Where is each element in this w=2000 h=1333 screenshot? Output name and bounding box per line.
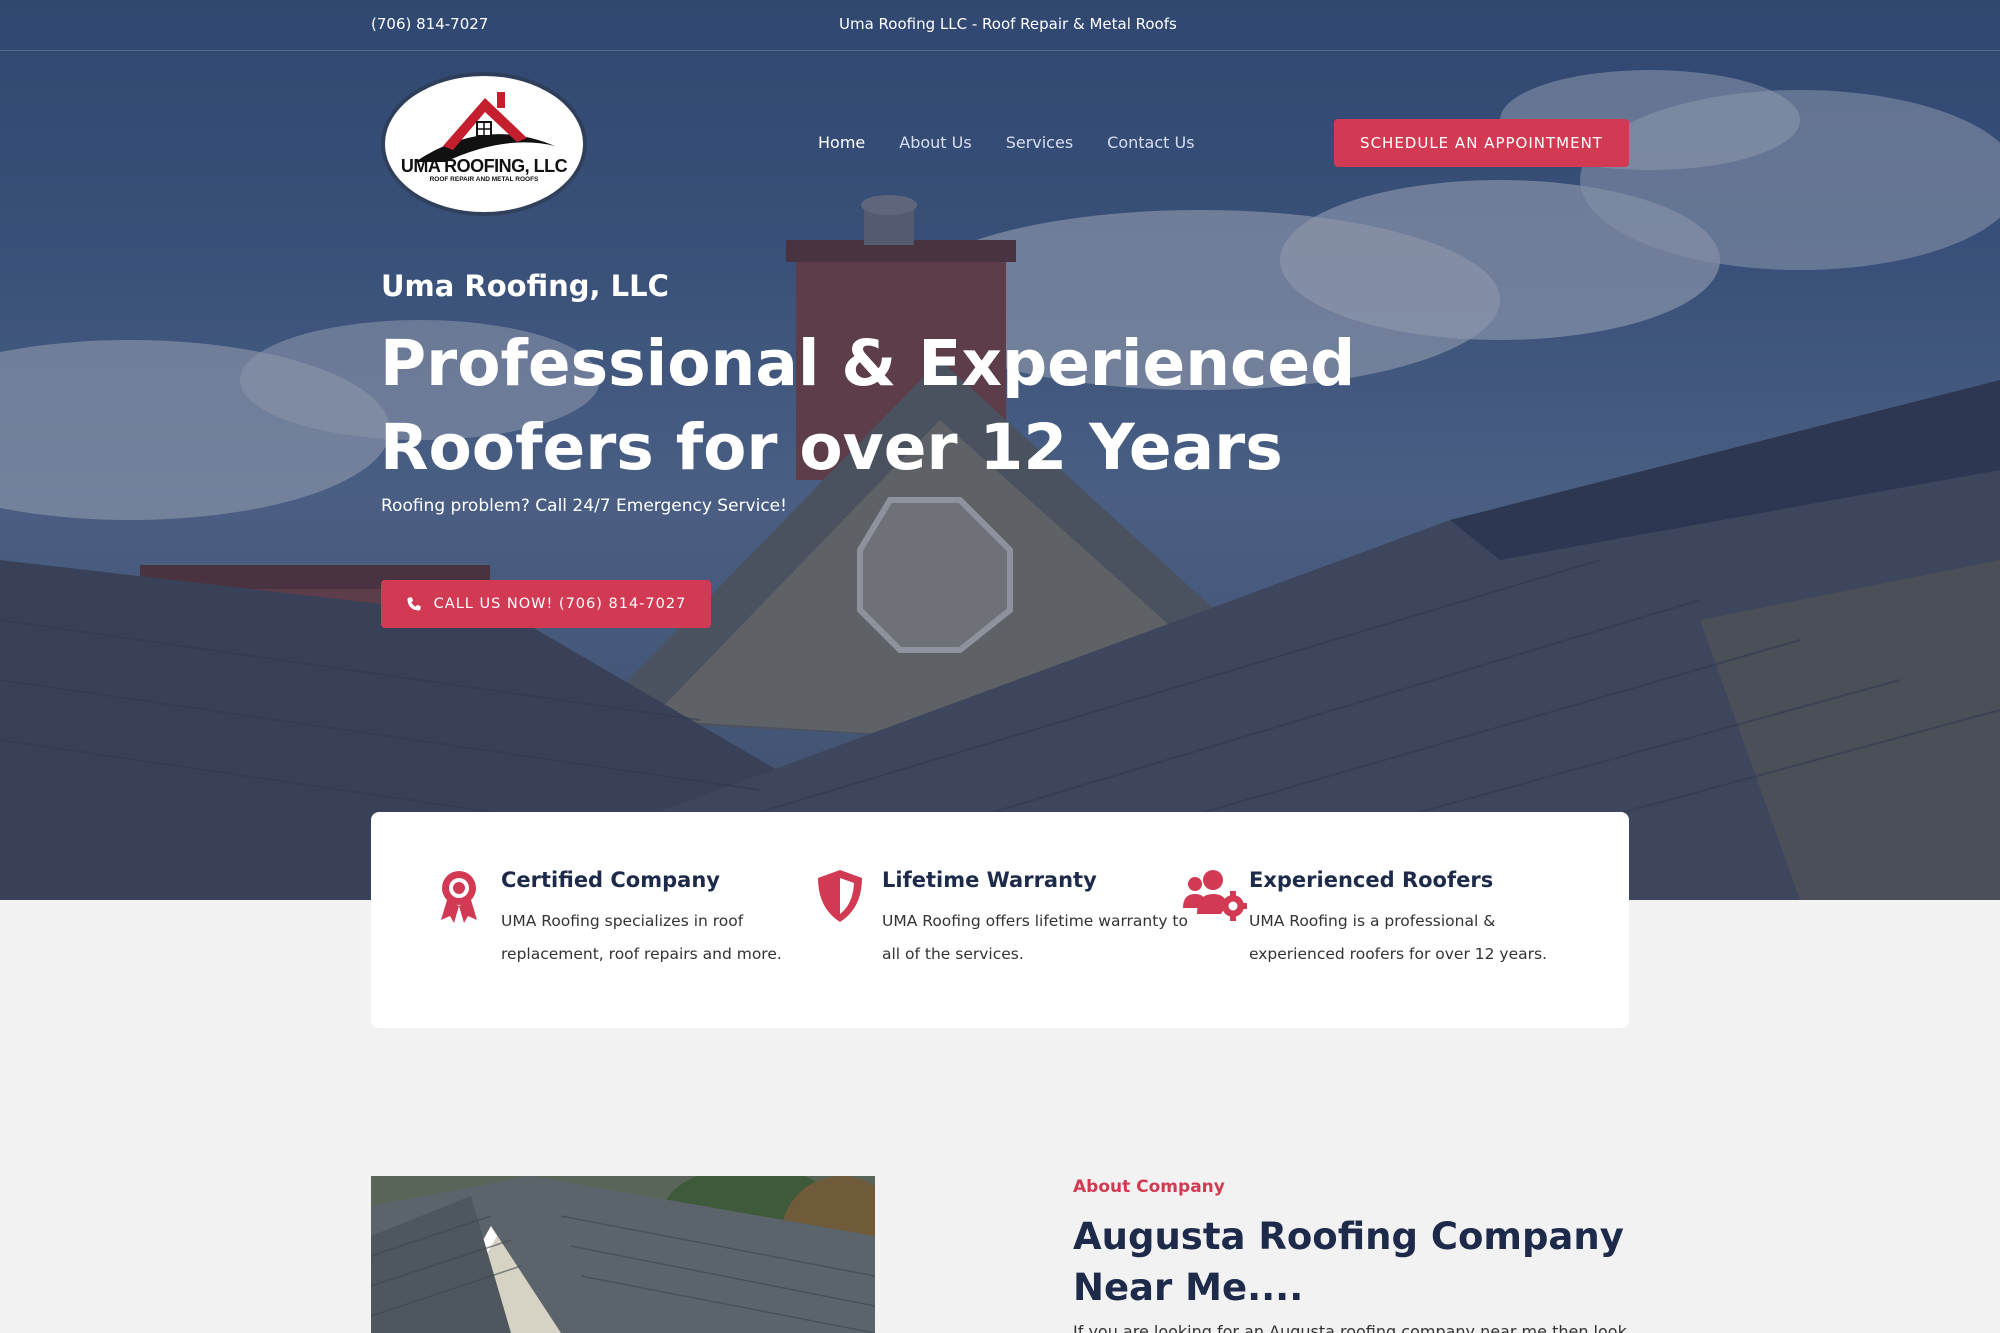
hero-title: Professional & Experienced Roofers for o… — [380, 327, 1356, 484]
users-gear-icon — [1183, 870, 1247, 921]
feature-description: UMA Roofing offers lifetime warranty to … — [882, 912, 1188, 963]
logo-name: UMA ROOFING, LLC — [400, 156, 568, 176]
topbar-tagline: Uma Roofing LLC - Roof Repair & Metal Ro… — [839, 15, 1177, 33]
roof-logo-icon — [415, 92, 555, 162]
call-us-now-label: CALL US NOW! (706) 814-7027 — [433, 596, 687, 612]
about-text: If you are looking for an Augusta roofin… — [1073, 1322, 1627, 1333]
nav-item-contact-us[interactable]: Contact Us — [1107, 133, 1194, 152]
call-us-now-button[interactable]: CALL US NOW! (706) 814-7027 — [381, 580, 711, 628]
nav-item-services[interactable]: Services — [1006, 133, 1073, 152]
feature-description: UMA Roofing specializes in roof replacem… — [501, 912, 782, 963]
topbar-phone[interactable]: (706) 814-7027 — [371, 15, 488, 33]
schedule-appointment-label: SCHEDULE AN APPOINTMENT — [1360, 134, 1603, 152]
logo-subline: ROOF REPAIR AND METAL ROOFS — [429, 176, 539, 183]
site-logo[interactable]: UMA ROOFING, LLC ROOF REPAIR AND METAL R… — [385, 76, 583, 212]
features-card: Certified Company UMA Roofing specialize… — [371, 812, 1629, 1028]
top-bar: (706) 814-7027 Uma Roofing LLC - Roof Re… — [0, 0, 2000, 51]
about-roof-image — [371, 1176, 875, 1333]
roof-photo — [371, 1176, 875, 1333]
about-title: Augusta Roofing Company Near Me.... — [1073, 1215, 1624, 1309]
feature-description: UMA Roofing is a professional & experien… — [1249, 912, 1548, 963]
phone-icon — [407, 597, 421, 611]
feature-title: Certified Company — [501, 868, 720, 892]
nav-item-about-us[interactable]: About Us — [899, 133, 971, 152]
feature-title: Lifetime Warranty — [882, 868, 1097, 892]
feature-title: Experienced Roofers — [1249, 868, 1494, 892]
award-ribbon-icon — [441, 871, 477, 923]
hero-kicker: Uma Roofing, LLC — [381, 269, 669, 303]
schedule-appointment-button[interactable]: SCHEDULE AN APPOINTMENT — [1334, 119, 1629, 167]
shield-icon — [818, 870, 862, 922]
main-nav: Home About Us Services Contact Us — [818, 133, 1195, 152]
about-kicker: About Company — [1073, 1177, 1225, 1197]
nav-item-home[interactable]: Home — [818, 133, 865, 152]
hero-subtitle: Roofing problem? Call 24/7 Emergency Ser… — [381, 496, 787, 516]
